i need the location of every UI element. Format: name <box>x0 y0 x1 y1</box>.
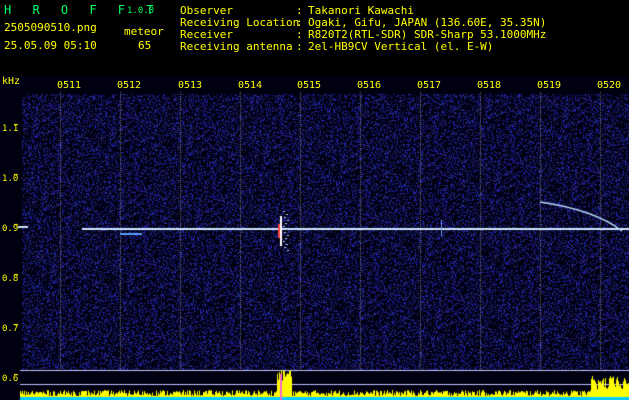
spectrogram-waterfall <box>0 76 629 400</box>
time-tick: 0519 <box>537 80 562 91</box>
time-tick: 0512 <box>117 80 142 91</box>
freq-tick: 1.1 <box>2 124 19 134</box>
time-tick: 0511 <box>57 80 82 91</box>
header-panel: H R O F F T 1.0.0 2505090510.png meteor … <box>0 0 629 76</box>
meteor-count: 65 <box>138 39 152 52</box>
freq-tick: 0.8 <box>2 274 19 284</box>
time-tick: 0517 <box>417 80 442 91</box>
capture-datetime: 25.05.09 05:10 <box>4 39 97 52</box>
capture-filename: 2505090510.png <box>4 21 97 34</box>
time-tick: 0514 <box>238 80 263 91</box>
meteor-label: meteor <box>124 25 164 38</box>
time-tick: 0513 <box>178 80 203 91</box>
freq-tick: 0.9 <box>2 224 19 234</box>
time-tick: 0515 <box>297 80 322 91</box>
info-sep: : <box>296 40 303 53</box>
time-tick: 0516 <box>357 80 382 91</box>
freq-tick: 0.7 <box>2 324 19 334</box>
app-version: 1.0.0 <box>127 6 155 16</box>
freq-unit-label: kHz <box>2 76 21 87</box>
freq-tick: 0.6 <box>2 374 19 384</box>
time-tick: 0518 <box>477 80 502 91</box>
freq-tick: 1.0 <box>2 174 19 184</box>
info-key-antenna: Receiving antenna <box>180 40 293 53</box>
time-tick: 0520 <box>597 80 622 91</box>
info-value-antenna: 2el-HB9CV Vertical (el. E-W) <box>308 40 494 53</box>
